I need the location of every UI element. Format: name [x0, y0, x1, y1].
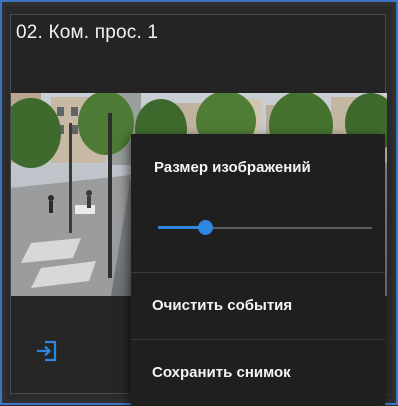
image-size-label: Размер изображений — [154, 159, 311, 176]
context-menu: Размер изображений Очистить события Сохр… — [131, 134, 385, 405]
save-snapshot-menu-item[interactable]: Сохранить снимок — [131, 340, 385, 406]
image-size-slider[interactable] — [158, 219, 380, 237]
clear-events-menu-item[interactable]: Очистить события — [131, 273, 385, 339]
login-icon — [37, 340, 57, 362]
login-button[interactable] — [33, 337, 61, 365]
clear-events-label: Очистить события — [152, 297, 293, 314]
save-snapshot-label: Сохранить снимок — [152, 364, 291, 381]
slider-thumb[interactable] — [198, 220, 213, 235]
camera-title: 02. Ком. прос. 1 — [16, 22, 159, 43]
